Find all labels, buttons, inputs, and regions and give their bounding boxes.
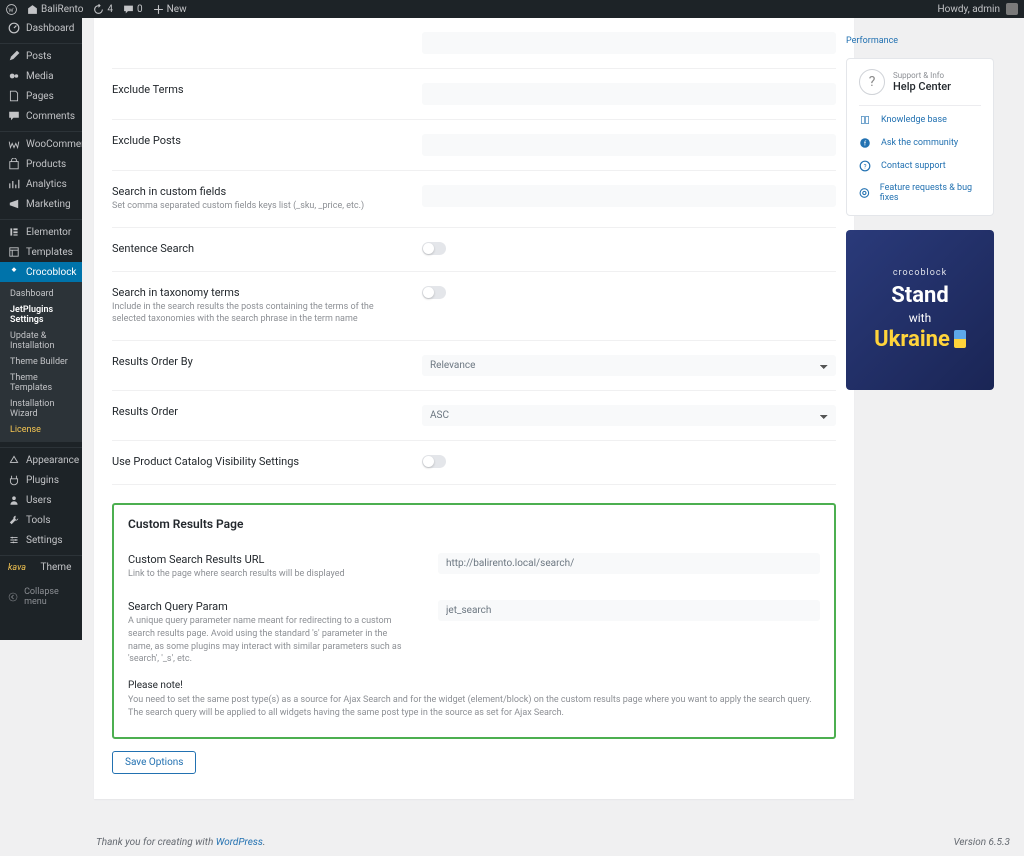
select-order[interactable]: ASC — [422, 405, 836, 426]
sub-license[interactable]: License — [0, 422, 82, 438]
menu-media[interactable]: Media — [0, 66, 82, 86]
input-query-param[interactable] — [438, 600, 820, 621]
menu-woocommerce[interactable]: WooCommerce — [0, 134, 82, 154]
help-title: Help Center — [893, 80, 951, 93]
section-title: Custom Results Page — [128, 517, 820, 531]
svg-text:?: ? — [864, 163, 867, 170]
banner-line3: Ukraine — [874, 327, 950, 352]
menu-marketing[interactable]: Marketing — [0, 194, 82, 214]
sub-dashboard[interactable]: Dashboard — [0, 286, 82, 302]
label-custom-fields: Search in custom fields — [112, 185, 392, 198]
avatar[interactable] — [1006, 3, 1018, 15]
footer-wp-link[interactable]: WordPress — [216, 837, 263, 848]
toggle-taxonomy[interactable] — [422, 286, 446, 299]
desc-custom-fields: Set comma separated custom fields keys l… — [112, 200, 392, 213]
label-exclude-posts: Exclude Posts — [112, 134, 392, 147]
menu-posts[interactable]: Posts — [0, 46, 82, 66]
new-content[interactable]: New — [153, 4, 187, 15]
banner-line2: with — [909, 311, 931, 325]
field-placeholder[interactable] — [422, 32, 836, 54]
link-knowledge-base[interactable]: Knowledge base — [859, 114, 981, 126]
input-custom-fields[interactable] — [422, 185, 836, 207]
menu-products[interactable]: Products — [0, 154, 82, 174]
label-order: Results Order — [112, 405, 392, 418]
banner-brand: crocoblock — [893, 268, 947, 278]
desc-taxonomy: Include in the search results the posts … — [112, 301, 392, 326]
label-query-param: Search Query Param — [128, 600, 408, 613]
menu-appearance[interactable]: Appearance — [0, 450, 82, 470]
collapse-menu[interactable]: Collapse menu — [0, 583, 82, 611]
sub-themebuilder[interactable]: Theme Builder — [0, 354, 82, 370]
wp-logo[interactable] — [6, 4, 17, 15]
sub-install-wizard[interactable]: Installation Wizard — [0, 396, 82, 422]
note-body: You need to set the same post type(s) as… — [128, 694, 820, 721]
updates-count[interactable]: 4 — [93, 4, 113, 15]
label-catalog-vis: Use Product Catalog Visibility Settings — [112, 455, 392, 468]
help-center-card: ? Support & Info Help Center Knowledge b… — [846, 58, 994, 216]
menu-comments[interactable]: Comments — [0, 106, 82, 126]
select-order-by[interactable]: Relevance — [422, 355, 836, 376]
menu-crocoblock[interactable]: Crocoblock — [0, 262, 82, 282]
link-features[interactable]: Feature requests & bug fixes — [859, 183, 981, 203]
desc-query-param: A unique query parameter name meant for … — [128, 615, 408, 665]
sub-update[interactable]: Update & Installation — [0, 328, 82, 354]
desc-results-url: Link to the page where search results wi… — [128, 568, 408, 581]
menu-templates[interactable]: Templates — [0, 242, 82, 262]
custom-results-section: Custom Results Page Custom Search Result… — [112, 503, 836, 739]
sub-themetemplates[interactable]: Theme Templates — [0, 370, 82, 396]
menu-settings[interactable]: Settings — [0, 530, 82, 550]
toggle-catalog-vis[interactable] — [422, 455, 446, 468]
input-exclude-terms[interactable] — [422, 83, 836, 105]
help-subtitle: Support & Info — [893, 71, 951, 80]
site-name[interactable]: BaliRento — [27, 4, 83, 15]
menu-plugins[interactable]: Plugins — [0, 470, 82, 490]
label-sentence: Sentence Search — [112, 242, 392, 255]
menu-kava-theme[interactable]: kava Theme — [0, 558, 82, 577]
footer-thank: Thank you for creating with — [96, 837, 216, 848]
menu-elementor[interactable]: Elementor — [0, 222, 82, 242]
comments-count[interactable]: 0 — [123, 4, 143, 15]
performance-link[interactable]: Performance — [846, 36, 994, 46]
note-heading: Please note! — [128, 680, 820, 691]
input-results-url[interactable] — [438, 553, 820, 574]
howdy-user[interactable]: Howdy, admin — [938, 4, 1000, 15]
menu-dashboard[interactable]: Dashboard — [0, 18, 82, 38]
menu-analytics[interactable]: Analytics — [0, 174, 82, 194]
ukraine-banner[interactable]: crocoblock Stand with Ukraine — [846, 230, 994, 390]
save-button[interactable]: Save Options — [112, 751, 196, 774]
link-support[interactable]: ?Contact support — [859, 160, 981, 172]
footer-version: Version 6.5.3 — [953, 837, 1010, 848]
banner-line1: Stand — [891, 284, 948, 308]
ribbon-icon — [954, 330, 966, 348]
toggle-sentence[interactable] — [422, 242, 446, 255]
menu-users[interactable]: Users — [0, 490, 82, 510]
label-taxonomy: Search in taxonomy terms — [112, 286, 392, 299]
label-results-url: Custom Search Results URL — [128, 553, 408, 566]
label-exclude-terms: Exclude Terms — [112, 83, 392, 96]
input-exclude-posts[interactable] — [422, 134, 836, 156]
link-community[interactable]: fAsk the community — [859, 137, 981, 149]
submenu-crocoblock: Dashboard JetPlugins Settings Update & I… — [0, 282, 82, 442]
sub-jetplugins[interactable]: JetPlugins Settings — [0, 302, 82, 328]
menu-tools[interactable]: Tools — [0, 510, 82, 530]
menu-pages[interactable]: Pages — [0, 86, 82, 106]
help-icon: ? — [859, 69, 885, 95]
label-order-by: Results Order By — [112, 355, 392, 368]
